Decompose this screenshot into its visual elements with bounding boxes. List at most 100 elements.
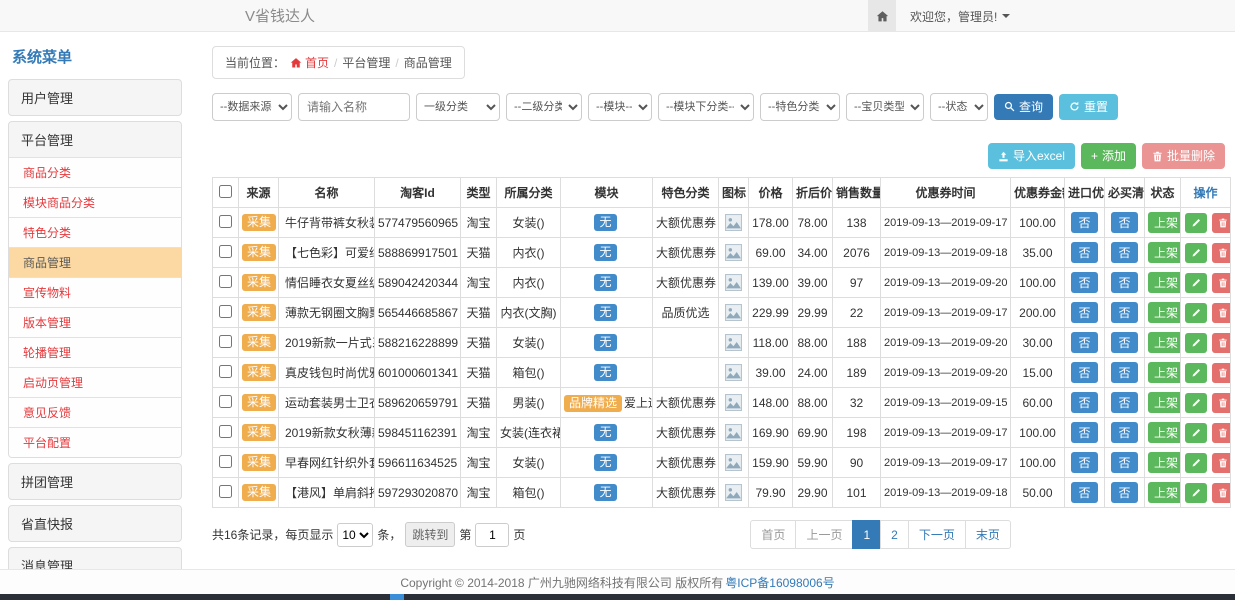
sidebar-subitem[interactable]: 轮播管理: [9, 337, 181, 367]
filter-select[interactable]: --二级分类--: [506, 93, 582, 121]
status-button[interactable]: 上架: [1148, 392, 1181, 413]
delete-button[interactable]: [1212, 213, 1230, 233]
edit-button[interactable]: [1185, 213, 1207, 233]
filter-name-input[interactable]: [298, 93, 410, 121]
page-button[interactable]: 上一页: [795, 520, 853, 549]
row-checkbox[interactable]: [219, 395, 232, 408]
filter-select[interactable]: --模块--: [588, 93, 652, 121]
batch-delete-button[interactable]: 批量删除: [1142, 143, 1225, 169]
breadcrumb-item[interactable]: 平台管理: [342, 54, 390, 71]
page-button[interactable]: 1: [852, 520, 881, 549]
row-checkbox[interactable]: [219, 455, 232, 468]
import-excel-button[interactable]: 导入excel: [988, 143, 1075, 169]
sidebar-item[interactable]: 平台管理: [9, 122, 181, 157]
row-checkbox[interactable]: [219, 425, 232, 438]
row-checkbox[interactable]: [219, 245, 232, 258]
edit-button[interactable]: [1185, 483, 1207, 503]
sidebar-subitem[interactable]: 特色分类: [9, 217, 181, 247]
sidebar-subitem[interactable]: 宣传物料: [9, 277, 181, 307]
status-button[interactable]: 上架: [1148, 332, 1181, 353]
add-button[interactable]: + 添加: [1081, 143, 1136, 169]
status-button[interactable]: 上架: [1148, 452, 1181, 473]
must-buy-toggle[interactable]: 否: [1111, 212, 1137, 233]
icp-link[interactable]: 粤ICP备16098006号: [725, 574, 834, 591]
delete-button[interactable]: [1212, 483, 1230, 503]
sidebar-item[interactable]: 用户管理: [9, 80, 181, 115]
status-button[interactable]: 上架: [1148, 272, 1181, 293]
must-buy-toggle[interactable]: 否: [1111, 452, 1137, 473]
edit-button[interactable]: [1185, 453, 1207, 473]
select-all-checkbox[interactable]: [219, 185, 232, 198]
row-checkbox[interactable]: [219, 335, 232, 348]
must-buy-toggle[interactable]: 否: [1111, 332, 1137, 353]
edit-button[interactable]: [1185, 333, 1207, 353]
delete-button[interactable]: [1212, 393, 1230, 413]
import-select-toggle[interactable]: 否: [1071, 392, 1097, 413]
edit-button[interactable]: [1185, 273, 1207, 293]
sidebar-subitem[interactable]: 启动页管理: [9, 367, 181, 397]
sidebar-subitem[interactable]: 模块商品分类: [9, 187, 181, 217]
filter-select[interactable]: --特色分类--: [760, 93, 840, 121]
import-select-toggle[interactable]: 否: [1071, 362, 1097, 383]
user-menu[interactable]: 欢迎您，管理员!: [910, 8, 1010, 25]
reset-button[interactable]: 重置: [1059, 94, 1118, 120]
status-button[interactable]: 上架: [1148, 212, 1181, 233]
must-buy-toggle[interactable]: 否: [1111, 422, 1137, 443]
import-select-toggle[interactable]: 否: [1071, 242, 1097, 263]
filter-select[interactable]: 一级分类: [416, 93, 500, 121]
sidebar-item[interactable]: 省直快报: [9, 506, 181, 541]
import-select-toggle[interactable]: 否: [1071, 332, 1097, 353]
delete-button[interactable]: [1212, 243, 1230, 263]
per-page-select[interactable]: 10: [337, 523, 373, 547]
delete-button[interactable]: [1212, 333, 1230, 353]
sidebar-item[interactable]: 消息管理: [9, 548, 181, 569]
status-button[interactable]: 上架: [1148, 422, 1181, 443]
delete-button[interactable]: [1212, 423, 1230, 443]
must-buy-toggle[interactable]: 否: [1111, 272, 1137, 293]
jump-button[interactable]: 跳转到: [405, 522, 455, 547]
edit-button[interactable]: [1185, 363, 1207, 383]
filter-select[interactable]: --宝贝类型--: [846, 93, 924, 121]
sidebar-item[interactable]: 拼团管理: [9, 464, 181, 499]
status-button[interactable]: 上架: [1148, 362, 1181, 383]
edit-button[interactable]: [1185, 243, 1207, 263]
import-select-toggle[interactable]: 否: [1071, 422, 1097, 443]
must-buy-toggle[interactable]: 否: [1111, 362, 1137, 383]
sidebar-subitem[interactable]: 商品管理: [9, 247, 181, 277]
home-button[interactable]: [868, 0, 896, 32]
breadcrumb-home[interactable]: 首页: [290, 54, 329, 71]
edit-button[interactable]: [1185, 423, 1207, 443]
row-checkbox[interactable]: [219, 305, 232, 318]
search-button[interactable]: 查询: [994, 94, 1053, 120]
status-button[interactable]: 上架: [1148, 482, 1181, 503]
must-buy-toggle[interactable]: 否: [1111, 242, 1137, 263]
page-button[interactable]: 首页: [750, 520, 796, 549]
scrollbar-thumb[interactable]: [390, 594, 404, 600]
filter-select[interactable]: --数据来源--: [212, 93, 292, 121]
sidebar-subitem[interactable]: 意见反馈: [9, 397, 181, 427]
sidebar-subitem[interactable]: 版本管理: [9, 307, 181, 337]
must-buy-toggle[interactable]: 否: [1111, 302, 1137, 323]
delete-button[interactable]: [1212, 453, 1230, 473]
delete-button[interactable]: [1212, 303, 1230, 323]
must-buy-toggle[interactable]: 否: [1111, 392, 1137, 413]
delete-button[interactable]: [1212, 273, 1230, 293]
filter-select[interactable]: --状态--: [930, 93, 988, 121]
import-select-toggle[interactable]: 否: [1071, 212, 1097, 233]
bottom-scrollbar[interactable]: [0, 594, 1235, 600]
page-jump-input[interactable]: [475, 523, 509, 547]
import-select-toggle[interactable]: 否: [1071, 302, 1097, 323]
edit-button[interactable]: [1185, 303, 1207, 323]
must-buy-toggle[interactable]: 否: [1111, 482, 1137, 503]
status-button[interactable]: 上架: [1148, 302, 1181, 323]
row-checkbox[interactable]: [219, 215, 232, 228]
delete-button[interactable]: [1212, 363, 1230, 383]
import-select-toggle[interactable]: 否: [1071, 272, 1097, 293]
row-checkbox[interactable]: [219, 485, 232, 498]
edit-button[interactable]: [1185, 393, 1207, 413]
row-checkbox[interactable]: [219, 365, 232, 378]
row-checkbox[interactable]: [219, 275, 232, 288]
sidebar-subitem[interactable]: 商品分类: [9, 157, 181, 187]
page-button[interactable]: 2: [880, 520, 909, 549]
sidebar-subitem[interactable]: 平台配置: [9, 427, 181, 457]
